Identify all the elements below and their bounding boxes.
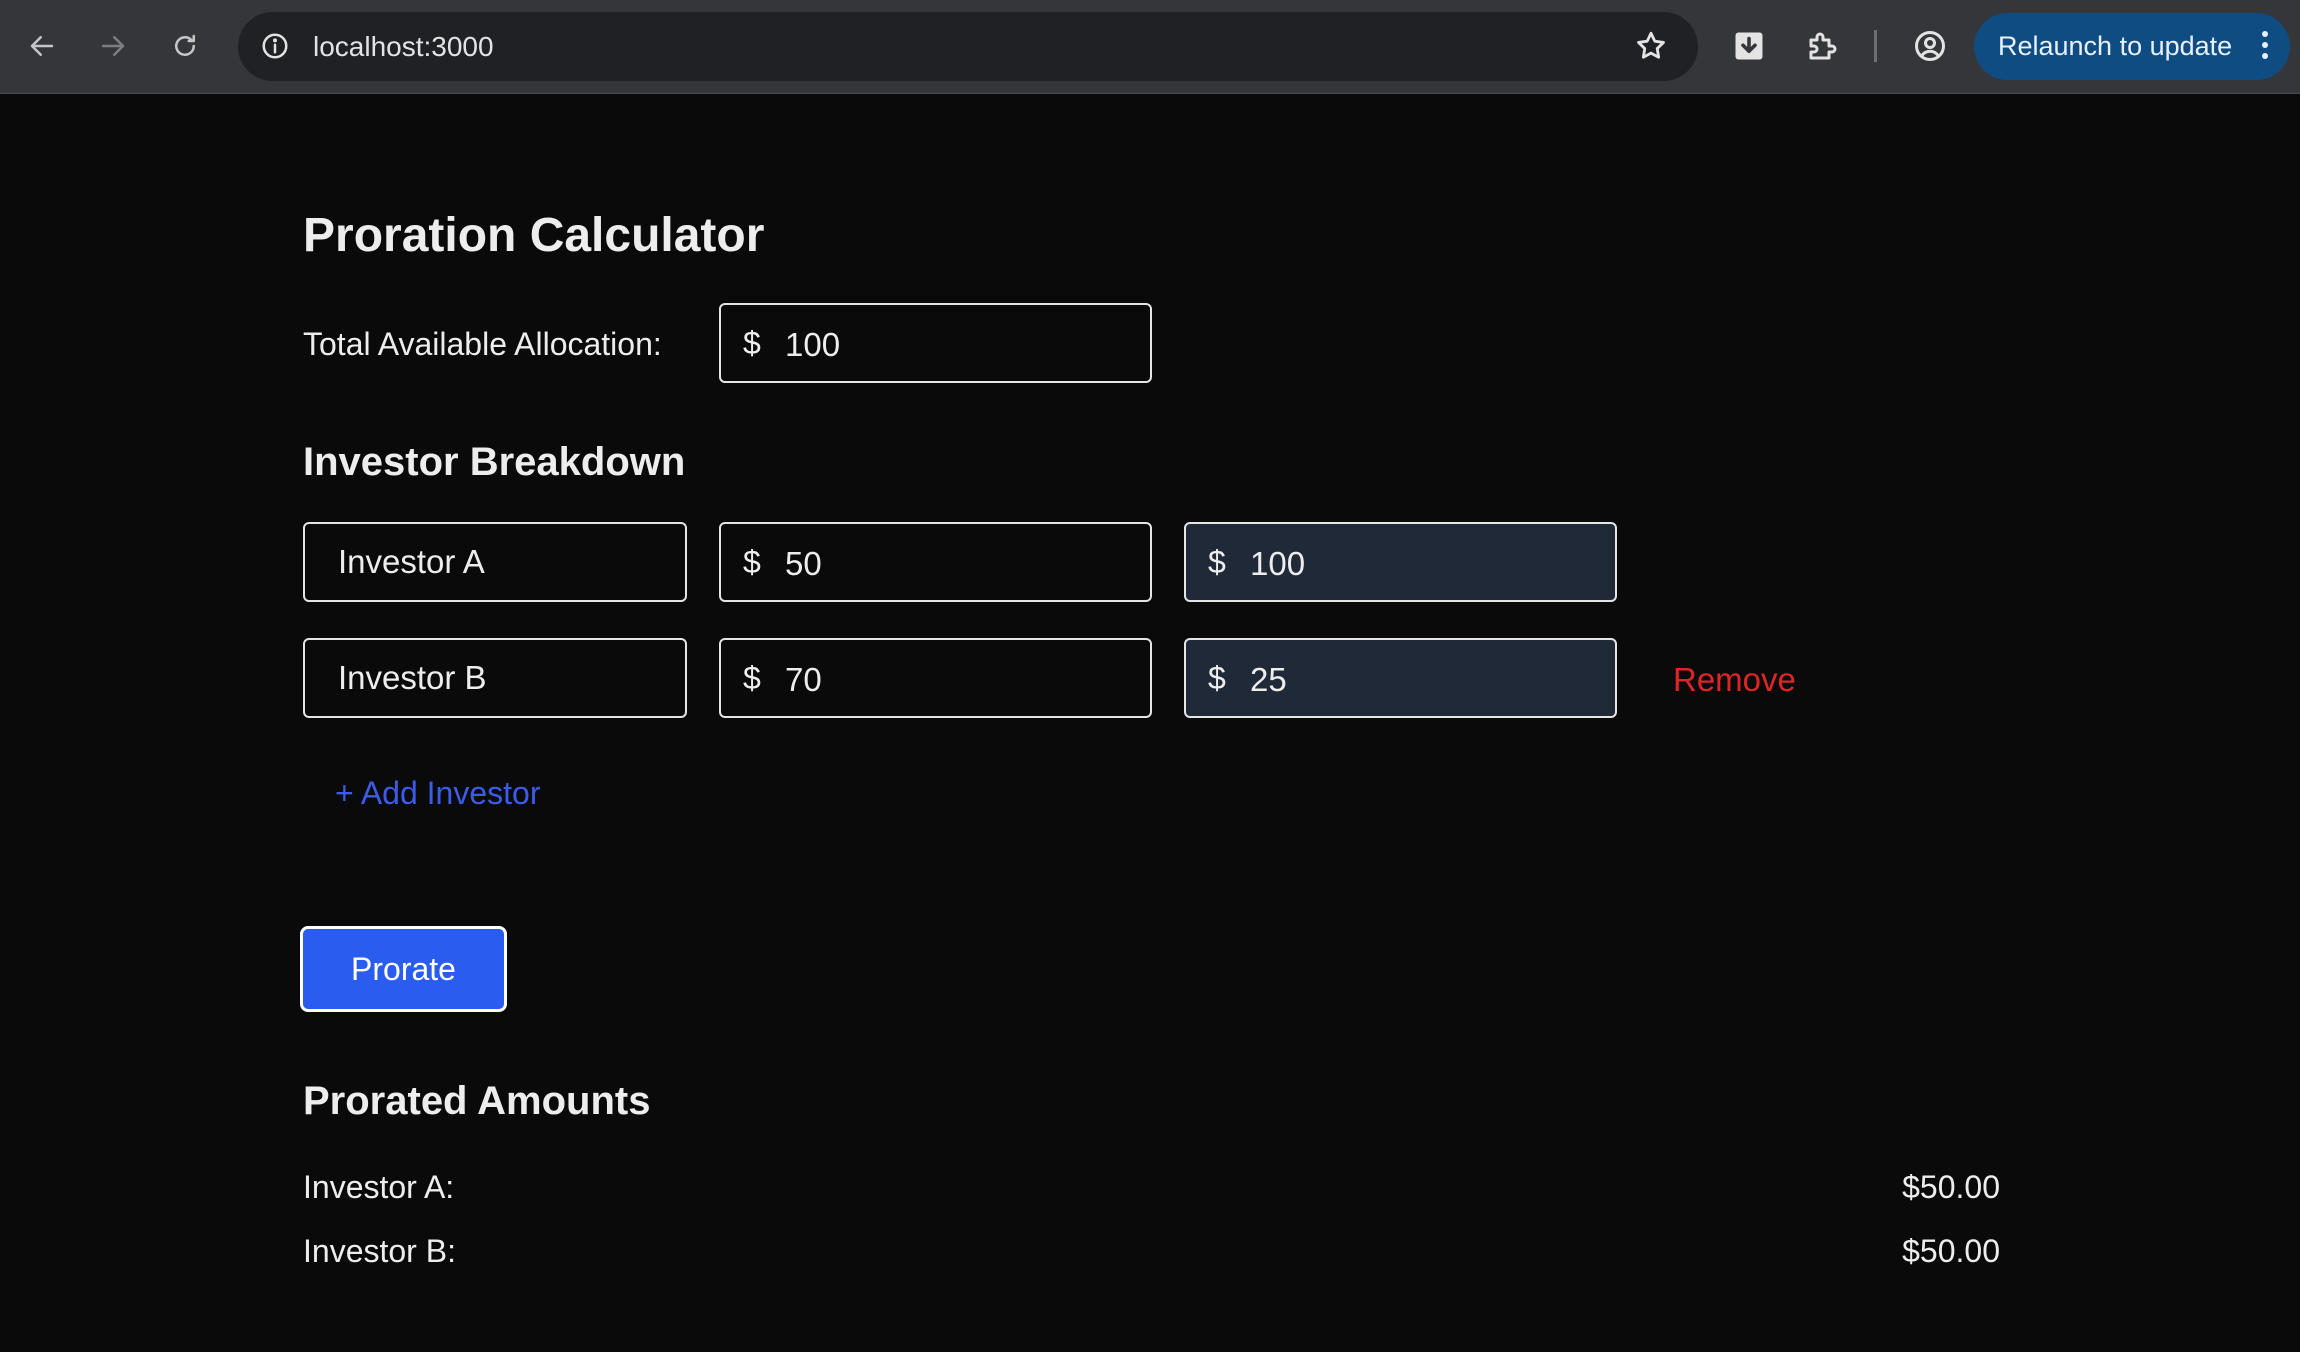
total-allocation-value: 100	[785, 326, 841, 363]
result-investor-label: Investor B:	[303, 1233, 456, 1269]
total-allocation-input[interactable]: $ 100	[719, 303, 1152, 383]
profile-icon[interactable]	[1908, 24, 1952, 68]
investor-name-input[interactable]: Investor B	[303, 638, 687, 718]
historical-amount-value: 25	[1250, 661, 1287, 698]
info-icon[interactable]	[258, 29, 292, 63]
historical-amount-input[interactable]: $ 100	[1184, 522, 1617, 602]
currency-symbol: $	[743, 325, 761, 361]
currency-symbol: $	[1208, 660, 1226, 696]
currency-symbol: $	[1208, 544, 1226, 580]
currency-symbol: $	[743, 544, 761, 580]
result-amount: $50.00	[1902, 1233, 2000, 1269]
address-bar[interactable]: localhost:3000	[238, 12, 1698, 81]
relaunch-label: Relaunch to update	[1998, 31, 2233, 61]
add-investor-button[interactable]: + Add Investor	[335, 775, 540, 812]
result-row: Investor A: $50.00	[303, 1169, 2000, 1206]
prorate-button[interactable]: Prorate	[300, 926, 507, 1012]
extensions-icon[interactable]	[1801, 24, 1845, 68]
download-icon[interactable]	[1727, 24, 1771, 68]
remove-investor-button[interactable]: Remove	[1673, 661, 1796, 699]
historical-amount-input[interactable]: $ 25	[1184, 638, 1617, 718]
total-allocation-label: Total Available Allocation:	[303, 326, 662, 362]
investor-name-input[interactable]: Investor A	[303, 522, 687, 602]
page-title: Proration Calculator	[303, 209, 765, 262]
url-text[interactable]: localhost:3000	[313, 31, 494, 63]
result-row: Investor B: $50.00	[303, 1233, 2000, 1270]
currency-symbol: $	[743, 660, 761, 696]
star-icon[interactable]	[1634, 29, 1670, 65]
forward-arrow-icon[interactable]	[88, 21, 138, 71]
relaunch-button[interactable]: Relaunch to update	[1974, 13, 2290, 80]
back-arrow-icon[interactable]	[17, 21, 67, 71]
investor-breakdown-title: Investor Breakdown	[303, 440, 686, 484]
toolbar-divider	[1874, 30, 1877, 62]
reload-icon[interactable]	[160, 21, 210, 71]
requested-amount-value: 50	[785, 545, 822, 582]
browser-toolbar: localhost:3000 Relaunch to update	[0, 0, 2300, 94]
prorated-amounts-title: Prorated Amounts	[303, 1079, 651, 1123]
historical-amount-value: 100	[1250, 545, 1306, 582]
requested-amount-value: 70	[785, 661, 822, 698]
kebab-menu-icon[interactable]	[2260, 31, 2270, 63]
requested-amount-input[interactable]: $ 50	[719, 522, 1152, 602]
result-amount: $50.00	[1902, 1169, 2000, 1205]
investor-name-value: Investor A	[338, 543, 485, 580]
requested-amount-input[interactable]: $ 70	[719, 638, 1152, 718]
investor-name-value: Investor B	[338, 659, 487, 696]
result-investor-label: Investor A:	[303, 1169, 455, 1205]
